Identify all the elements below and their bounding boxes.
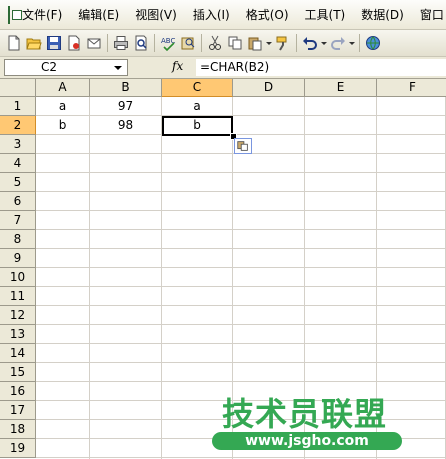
cell-c2[interactable]: b	[162, 116, 233, 135]
redo-icon[interactable]	[330, 35, 346, 51]
column-header-b[interactable]: B	[90, 79, 162, 97]
name-box-value: C2	[41, 60, 58, 74]
row-header-8[interactable]: 8	[0, 230, 36, 249]
menu-file[interactable]: 文件(F)	[14, 0, 70, 30]
row-header-4[interactable]: 4	[0, 154, 36, 173]
email-icon[interactable]	[86, 35, 102, 51]
cell-b2[interactable]: 98	[90, 116, 162, 135]
select-all-corner[interactable]	[0, 79, 36, 97]
row-header-10[interactable]: 10	[0, 268, 36, 287]
cell-a1[interactable]: a	[36, 97, 90, 116]
column-header-f[interactable]: F	[377, 79, 446, 97]
column-header-c[interactable]: C	[162, 79, 233, 97]
row-header-9[interactable]: 9	[0, 249, 36, 268]
permission-icon[interactable]	[66, 35, 82, 51]
name-box-dropdown-icon[interactable]	[111, 61, 125, 74]
toolbar-separator	[359, 34, 360, 52]
new-icon[interactable]	[6, 35, 22, 51]
row-header-18[interactable]: 18	[0, 420, 36, 439]
excel-app-icon[interactable]	[8, 5, 22, 24]
hyperlink-icon[interactable]	[365, 35, 381, 51]
row-header-6[interactable]: 6	[0, 192, 36, 211]
row-header-7[interactable]: 7	[0, 211, 36, 230]
menu-edit[interactable]: 编辑(E)	[70, 0, 127, 30]
watermark-url: www.jsgho.com	[212, 432, 402, 450]
research-icon[interactable]	[180, 35, 196, 51]
row-header-2[interactable]: 2	[0, 116, 36, 135]
copy-icon[interactable]	[227, 35, 243, 51]
standard-toolbar: ABC	[0, 30, 446, 57]
save-icon[interactable]	[46, 35, 62, 51]
cut-icon[interactable]	[207, 35, 223, 51]
column-header-d[interactable]: D	[233, 79, 305, 97]
toolbar-separator	[201, 34, 202, 52]
row-header-17[interactable]: 17	[0, 401, 36, 420]
spelling-icon[interactable]: ABC	[160, 35, 176, 51]
cell-a2[interactable]: b	[36, 116, 90, 135]
paste-dropdown-icon[interactable]	[266, 35, 272, 51]
row-header-16[interactable]: 16	[0, 382, 36, 401]
open-icon[interactable]	[26, 35, 42, 51]
menu-view[interactable]: 视图(V)	[127, 0, 185, 30]
menu-tools[interactable]: 工具(T)	[297, 0, 354, 30]
toolbar-separator	[154, 34, 155, 52]
menu-window[interactable]: 窗口	[412, 0, 446, 30]
row-header-19[interactable]: 19	[0, 439, 36, 458]
format-painter-icon[interactable]	[275, 35, 291, 51]
insert-function-button[interactable]: fx	[172, 59, 183, 73]
undo-icon[interactable]	[302, 35, 318, 51]
print-preview-icon[interactable]	[133, 35, 149, 51]
redo-dropdown-icon[interactable]	[349, 35, 355, 51]
row-header-13[interactable]: 13	[0, 325, 36, 344]
column-header-a[interactable]: A	[36, 79, 90, 97]
row-header-14[interactable]: 14	[0, 344, 36, 363]
toolbar-separator	[107, 34, 108, 52]
formula-input[interactable]: =CHAR(B2)	[196, 59, 446, 76]
menu-insert[interactable]: 插入(I)	[185, 0, 238, 30]
print-icon[interactable]	[113, 35, 129, 51]
paste-options-icon[interactable]	[234, 138, 252, 154]
row-header-11[interactable]: 11	[0, 287, 36, 306]
name-box[interactable]: C2	[4, 59, 128, 76]
paste-icon[interactable]	[247, 35, 263, 51]
row-header-5[interactable]: 5	[0, 173, 36, 192]
watermark-title: 技术员联盟	[222, 395, 388, 433]
row-header-1[interactable]: 1	[0, 97, 36, 116]
column-header-e[interactable]: E	[305, 79, 377, 97]
cell-c1[interactable]: a	[162, 97, 233, 116]
undo-dropdown-icon[interactable]	[321, 35, 327, 51]
toolbar-separator	[296, 34, 297, 52]
menu-bar: 文件(F) 编辑(E) 视图(V) 插入(I) 格式(O) 工具(T) 数据(D…	[0, 0, 446, 30]
row-header-12[interactable]: 12	[0, 306, 36, 325]
menu-data[interactable]: 数据(D)	[353, 0, 412, 30]
row-header-15[interactable]: 15	[0, 363, 36, 382]
cell-b1[interactable]: 97	[90, 97, 162, 116]
menu-format[interactable]: 格式(O)	[238, 0, 297, 30]
row-header-3[interactable]: 3	[0, 135, 36, 154]
formula-bar: C2 fx =CHAR(B2)	[0, 57, 446, 79]
